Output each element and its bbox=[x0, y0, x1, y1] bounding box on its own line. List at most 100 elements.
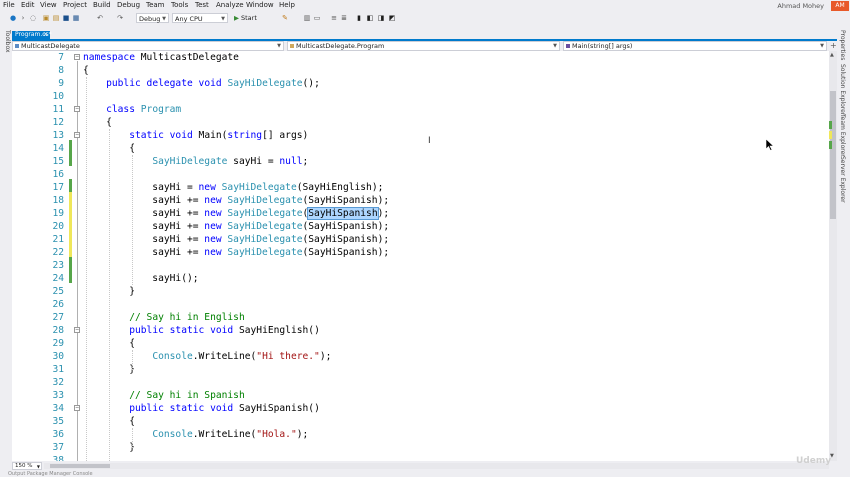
navigate-back-icon[interactable]: ● bbox=[9, 14, 17, 22]
bottom-panel-tabs[interactable]: Output Package Manager Console bbox=[8, 471, 93, 477]
code-line[interactable]: sayHi += new SayHiDelegate(SayHiSpanish)… bbox=[83, 220, 389, 233]
scroll-thumb[interactable] bbox=[50, 464, 110, 468]
undo-icon[interactable]: ↶ bbox=[96, 14, 104, 22]
user-avatar-badge[interactable]: AM bbox=[831, 1, 849, 11]
layout-icon[interactable]: ▥ bbox=[303, 14, 311, 22]
new-project-icon[interactable]: ▣ bbox=[42, 14, 50, 22]
collapse-icon[interactable]: − bbox=[74, 106, 80, 112]
code-line[interactable]: sayHi += new SayHiDelegate(SayHiSpanish)… bbox=[83, 233, 389, 246]
menu-test[interactable]: Test bbox=[195, 1, 209, 9]
solution-explorer-tab[interactable]: Solution Explorer bbox=[839, 64, 846, 115]
code-line[interactable]: SayHiDelegate sayHi = null; bbox=[83, 155, 308, 168]
collapse-icon[interactable]: − bbox=[74, 132, 80, 138]
scroll-thumb[interactable] bbox=[830, 91, 836, 219]
chevron-down-icon: ▼ bbox=[820, 43, 824, 49]
code-token: void bbox=[210, 325, 234, 336]
menu-bar: File Edit View Project Build Debug Team … bbox=[0, 0, 850, 12]
refresh-icon[interactable]: ◌ bbox=[29, 14, 37, 22]
configuration-select[interactable]: Debug ▼ bbox=[136, 13, 169, 23]
code-token: class bbox=[106, 104, 135, 115]
code-line[interactable]: public static void SayHiEnglish() bbox=[83, 324, 320, 337]
collapse-icon[interactable]: − bbox=[74, 54, 80, 60]
menu-file[interactable]: File bbox=[3, 1, 15, 9]
code-line[interactable]: public static void SayHiSpanish() bbox=[83, 402, 320, 415]
menu-view[interactable]: View bbox=[40, 1, 57, 9]
uncomment-icon[interactable]: ≣ bbox=[340, 14, 348, 22]
code-editor[interactable]: 7 namespace MulticastDelegate 8 {9 public d… bbox=[12, 51, 829, 461]
team-explorer-tab[interactable]: Team Explorer bbox=[839, 114, 846, 157]
save-icon[interactable]: ■ bbox=[62, 14, 70, 22]
code-token: (SayHiSpanish); bbox=[302, 234, 390, 245]
code-line[interactable]: Console.WriteLine("Hola."); bbox=[83, 428, 308, 441]
platform-select[interactable]: Any CPU ▼ bbox=[172, 13, 228, 23]
start-button[interactable]: ▶ Start bbox=[234, 14, 257, 22]
member-select[interactable]: Main(string[] args) ▼ bbox=[563, 41, 827, 51]
bookmark-prev-icon[interactable]: ◧ bbox=[366, 14, 374, 22]
user-name[interactable]: Ahmad Mohey bbox=[777, 2, 824, 10]
class-select[interactable]: MulticastDelegate.Program ▼ bbox=[287, 41, 560, 51]
code-token: ); bbox=[296, 429, 309, 440]
menu-window[interactable]: Window bbox=[246, 1, 274, 9]
menu-build[interactable]: Build bbox=[93, 1, 111, 9]
menu-debug[interactable]: Debug bbox=[117, 1, 140, 9]
vertical-scrollbar[interactable]: ▲ ▼ bbox=[829, 51, 837, 461]
line-number: 33 bbox=[52, 390, 64, 401]
chevron-down-icon: ▼ bbox=[162, 16, 166, 22]
attach-icon[interactable]: ✎ bbox=[281, 14, 289, 22]
indent-guide bbox=[132, 155, 133, 285]
code-line[interactable]: { bbox=[83, 64, 89, 77]
save-all-icon[interactable]: ▦ bbox=[72, 14, 80, 22]
code-line[interactable]: sayHi += new SayHiDelegate(SayHiSpanish)… bbox=[83, 246, 389, 259]
code-line[interactable]: public delegate void SayHiDelegate(); bbox=[83, 77, 320, 90]
code-line[interactable]: // Say hi in Spanish bbox=[83, 389, 245, 402]
code-line[interactable]: sayHi(); bbox=[83, 272, 198, 285]
tab-program-cs[interactable]: Program.cs* × bbox=[12, 31, 52, 39]
scroll-change-marker bbox=[829, 131, 832, 139]
collapse-icon[interactable]: − bbox=[74, 327, 80, 333]
menu-help[interactable]: Help bbox=[279, 1, 295, 9]
toolbox-tab[interactable]: Toolbox bbox=[0, 30, 11, 53]
server-explorer-tab[interactable]: Server Explorer bbox=[839, 156, 846, 203]
menu-tools[interactable]: Tools bbox=[171, 1, 188, 9]
redo-icon[interactable]: ↷ bbox=[116, 14, 124, 22]
code-line[interactable]: sayHi += new SayHiDelegate(SayHiSpanish)… bbox=[83, 207, 389, 220]
project-select[interactable]: MulticastDelegate ▼ bbox=[12, 41, 284, 51]
code-token: sayHi += bbox=[83, 208, 205, 219]
properties-tab[interactable]: Properties bbox=[839, 30, 846, 60]
code-line[interactable]: class Program bbox=[83, 103, 181, 116]
code-line[interactable]: static void Main(string[] args) bbox=[83, 129, 308, 142]
code-line[interactable]: sayHi += new SayHiDelegate(SayHiSpanish)… bbox=[83, 194, 389, 207]
code-line[interactable]: { bbox=[83, 116, 112, 129]
menu-edit[interactable]: Edit bbox=[21, 1, 35, 9]
change-marker-saved bbox=[69, 257, 72, 283]
code-line[interactable]: namespace MulticastDelegate bbox=[83, 51, 239, 64]
udemy-watermark: Udemy bbox=[796, 456, 832, 466]
open-folder-icon[interactable]: ▤ bbox=[52, 14, 60, 22]
bookmark-clear-icon[interactable]: ◩ bbox=[388, 14, 396, 22]
scroll-up-icon[interactable]: ▲ bbox=[830, 52, 834, 58]
split-editor-icon[interactable]: + bbox=[830, 41, 837, 50]
comment-icon[interactable]: ≡ bbox=[330, 14, 338, 22]
code-token: public bbox=[129, 403, 164, 414]
bookmark-next-icon[interactable]: ◨ bbox=[377, 14, 385, 22]
menu-analyze[interactable]: Analyze bbox=[216, 1, 244, 9]
horizontal-scrollbar[interactable] bbox=[44, 463, 829, 469]
navigate-forward-icon[interactable]: › bbox=[19, 14, 27, 22]
code-line[interactable]: Console.WriteLine("Hi there."); bbox=[83, 350, 331, 363]
code-line[interactable]: // Say hi in English bbox=[83, 311, 245, 324]
code-token: SayHiDelegate bbox=[227, 78, 303, 89]
bookmark-icon[interactable]: ▮ bbox=[355, 14, 363, 22]
line-number: 38 bbox=[52, 455, 64, 461]
window-icon[interactable]: ▭ bbox=[313, 14, 321, 22]
code-line[interactable]: sayHi = new SayHiDelegate(SayHiEnglish); bbox=[83, 181, 383, 194]
code-token: SayHiDelegate bbox=[227, 221, 303, 232]
zoom-level-select[interactable]: 150 % ▼ bbox=[12, 462, 42, 470]
menu-project[interactable]: Project bbox=[63, 1, 87, 9]
close-icon[interactable]: × bbox=[43, 31, 48, 39]
collapse-icon[interactable]: − bbox=[74, 405, 80, 411]
menu-team[interactable]: Team bbox=[146, 1, 165, 9]
